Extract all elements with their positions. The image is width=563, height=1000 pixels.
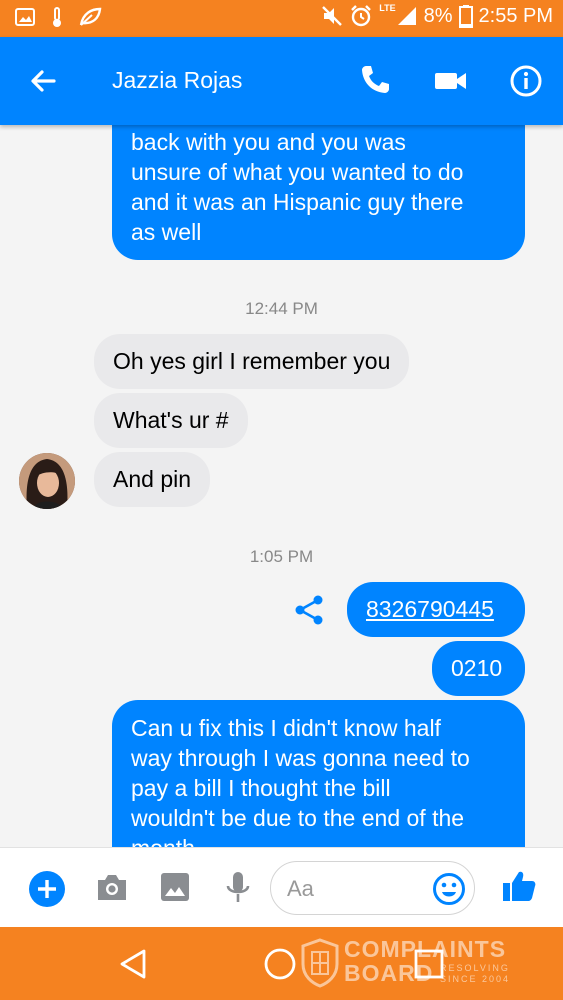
message-line: as well — [131, 219, 202, 245]
conversation-header: Jazzia Rojas — [0, 37, 563, 125]
status-bar: LTE 8% 2:55 PM — [0, 0, 563, 37]
alarm-icon — [351, 5, 372, 27]
gallery-icon[interactable] — [160, 872, 190, 902]
battery-icon — [458, 5, 473, 28]
mute-icon — [322, 6, 343, 26]
timestamp: 1:05 PM — [249, 547, 314, 566]
message-line: wouldn't be due to the end of the — [131, 805, 465, 831]
lte-label: LTE — [379, 3, 396, 13]
info-icon[interactable] — [508, 63, 544, 99]
status-right: LTE 8% 2:55 PM — [321, 3, 553, 28]
message-input[interactable] — [287, 874, 427, 904]
signal-icon — [397, 7, 416, 25]
watermark-tagline-line: SINCE 2004 — [440, 974, 511, 984]
thermometer-icon — [53, 7, 61, 27]
message-bubble-incoming[interactable]: Oh yes girl I remember you — [94, 334, 410, 389]
video-icon[interactable] — [433, 65, 469, 97]
timestamp: 12:44 PM — [245, 299, 318, 318]
leaf-icon — [79, 7, 102, 26]
avatar-photo — [19, 453, 75, 509]
message-line: pay a bill I thought the bill — [131, 775, 391, 801]
message-line: Can u fix this I didn't know half — [131, 715, 441, 741]
message-line: unsure of what you wanted to do — [131, 159, 464, 185]
message-bubble-outgoing[interactable]: back with you and you was unsure of what… — [112, 125, 525, 260]
shield-icon — [301, 938, 339, 988]
message-line: back with you and you was — [131, 129, 406, 155]
microphone-icon[interactable] — [225, 870, 251, 906]
message-list[interactable]: back with you and you was unsure of what… — [0, 125, 563, 847]
camera-icon[interactable] — [95, 872, 129, 904]
nav-home-icon[interactable] — [263, 947, 297, 981]
thumbs-up-icon[interactable] — [501, 868, 537, 904]
avatar[interactable] — [19, 453, 75, 509]
watermark-tagline: RESOLVING SINCE 2004 — [440, 963, 520, 985]
message-bubble-outgoing[interactable]: 0210 — [432, 641, 525, 696]
share-icon[interactable] — [292, 593, 326, 627]
message-bubble-incoming[interactable]: And pin — [94, 452, 211, 507]
message-input-pill[interactable] — [270, 861, 475, 915]
message-bubble-incoming[interactable]: What's ur # — [94, 393, 248, 448]
nav-back-icon[interactable] — [116, 947, 150, 981]
emoji-icon[interactable] — [432, 872, 466, 906]
message-line: month — [131, 833, 507, 847]
message-bubble-outgoing[interactable]: 8326790445 — [347, 582, 525, 637]
contact-name[interactable]: Jazzia Rojas — [112, 67, 242, 94]
plus-icon[interactable] — [28, 870, 66, 908]
watermark-tagline-line: RESOLVING — [440, 963, 510, 973]
image-icon — [15, 8, 35, 26]
message-bubble-outgoing[interactable]: Can u fix this I didn't know half way th… — [112, 700, 525, 847]
back-arrow-icon[interactable] — [26, 63, 62, 99]
clock: 2:55 PM — [478, 4, 553, 27]
nav-recent-icon[interactable] — [413, 948, 445, 980]
system-nav-bar: COMPLAINTS BOARD RESOLVING SINCE 2004 — [0, 927, 563, 1000]
phone-number-link[interactable]: 8326790445 — [366, 596, 494, 622]
battery-percent: 8% — [423, 4, 453, 27]
message-composer — [0, 847, 563, 927]
phone-icon[interactable] — [358, 63, 392, 97]
message-line: and it was an Hispanic guy there — [131, 189, 464, 215]
status-left — [14, 6, 102, 28]
message-line: way through I was gonna need to — [131, 745, 470, 771]
